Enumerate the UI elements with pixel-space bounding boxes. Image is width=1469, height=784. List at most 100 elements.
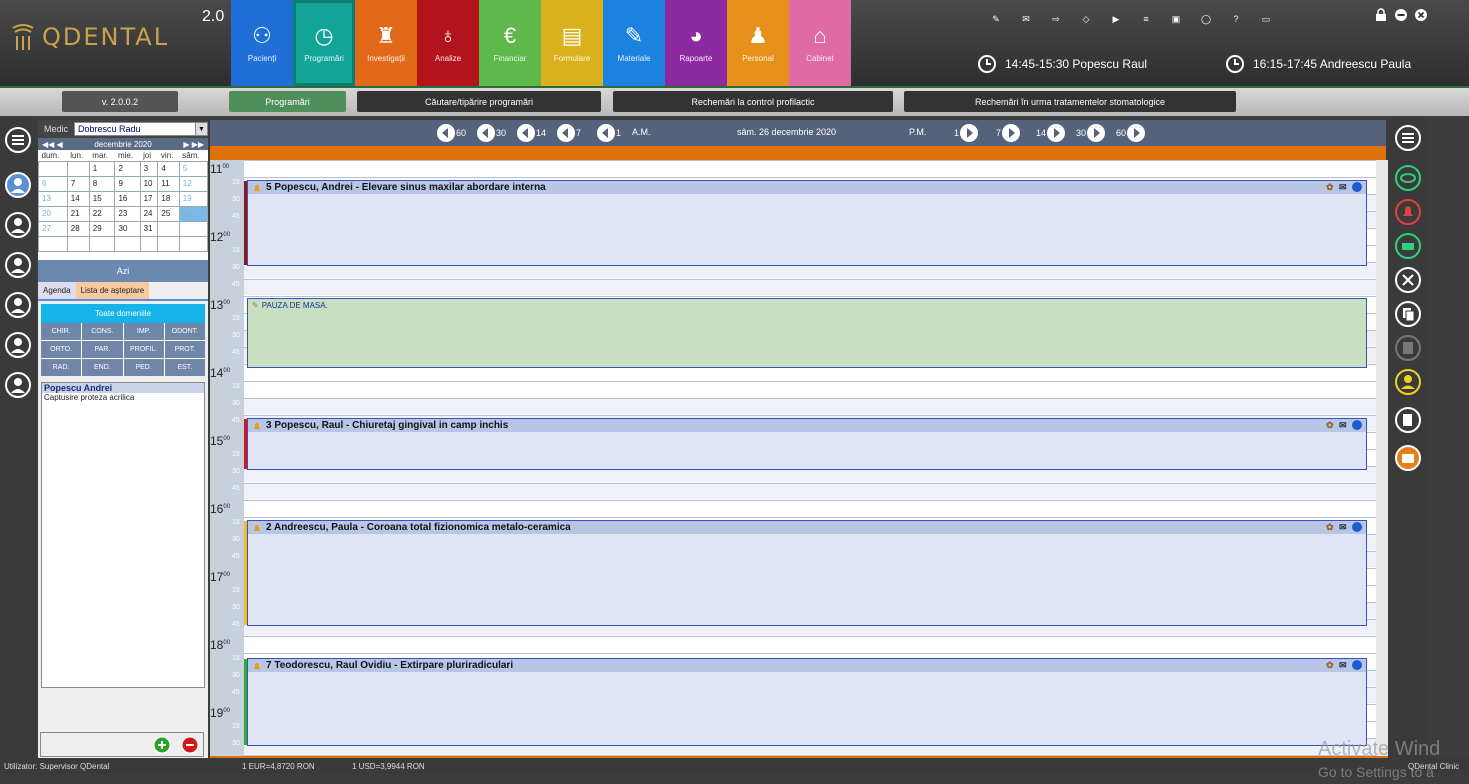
briefcase-icon[interactable]	[1394, 444, 1422, 472]
calendar-day[interactable]: 15	[88, 190, 116, 207]
database-icon[interactable]: ≡	[1135, 8, 1157, 30]
bell-off-icon[interactable]	[1394, 198, 1422, 226]
copy-icon[interactable]	[1394, 300, 1422, 328]
tag-icon[interactable]: ◇	[1075, 8, 1097, 30]
domain-filter[interactable]: EST.	[164, 358, 205, 376]
doctor-2-icon[interactable]	[4, 211, 32, 239]
calendar-day[interactable]: 2	[114, 160, 141, 177]
info-icon[interactable]	[1352, 660, 1362, 670]
vertical-scrollbar[interactable]	[1376, 160, 1388, 756]
chevron-down-icon[interactable]: ▼	[195, 123, 207, 135]
time-slot[interactable]	[244, 160, 1376, 176]
calendar-day[interactable]: 10	[139, 175, 159, 192]
nav-back-14[interactable]: 14	[516, 123, 546, 143]
play-icon[interactable]: ▶	[1105, 8, 1127, 30]
menu-icon[interactable]	[1394, 124, 1422, 152]
time-slot[interactable]	[244, 636, 1376, 652]
module-7[interactable]: ◕ Rapoarte	[665, 0, 727, 86]
calendar-day[interactable]: 19	[178, 190, 209, 207]
calendar-day[interactable]: 21	[66, 205, 90, 222]
menu-icon[interactable]	[4, 126, 32, 154]
module-1[interactable]: ◷ Programări	[293, 0, 355, 86]
save-icon[interactable]: ▣	[1165, 8, 1187, 30]
info-icon[interactable]	[1352, 420, 1362, 430]
nav-fwd-7[interactable]: 7	[996, 123, 1021, 143]
time-slot[interactable]	[244, 398, 1376, 414]
appointment-block[interactable]: 7 Teodorescu, Raul Ovidiu - Extirpare pl…	[244, 658, 1367, 746]
doctor-3-icon[interactable]	[4, 251, 32, 279]
calendar-day[interactable]: 14	[66, 190, 90, 207]
module-2[interactable]: ♜ Investigații	[355, 0, 417, 86]
calendar-day[interactable]	[38, 160, 68, 177]
calendar-day[interactable]	[66, 160, 90, 177]
domain-filter[interactable]: CHIR.	[41, 322, 82, 340]
mail-icon[interactable]: ✉	[1339, 660, 1349, 670]
calendar-day[interactable]: 9	[114, 175, 141, 192]
calendar-day[interactable]	[157, 220, 180, 237]
mail-icon[interactable]: ✉	[1339, 420, 1349, 430]
calendar-day[interactable]	[66, 235, 90, 252]
calendar-day[interactable]: 7	[66, 175, 90, 192]
domain-filter[interactable]: PROFIL.	[123, 340, 164, 358]
calendar-day[interactable]	[114, 235, 141, 252]
calendar-day[interactable]: 30	[114, 220, 141, 237]
all-domains-button[interactable]: Toate domeniile	[41, 303, 205, 323]
calendar-day[interactable]: 24	[139, 205, 159, 222]
info-icon[interactable]	[1352, 182, 1362, 192]
paste-icon[interactable]	[1394, 334, 1422, 362]
calendar-day[interactable]: 1	[88, 160, 116, 177]
calendar-day[interactable]: 8	[88, 175, 116, 192]
today-button[interactable]: Azi	[38, 259, 208, 282]
add-icon[interactable]	[153, 736, 171, 754]
nav-fwd-60[interactable]: 60	[1116, 123, 1146, 143]
domain-filter[interactable]: IMP.	[123, 322, 164, 340]
calendar-day[interactable]: 20	[38, 205, 68, 222]
medic-select[interactable]: Dobrescu Radu ▼	[74, 122, 208, 136]
calendar-day[interactable]: 12	[178, 175, 209, 192]
nav-back-7[interactable]: 7	[556, 123, 581, 143]
calendar-day[interactable]: 22	[88, 205, 116, 222]
remove-icon[interactable]	[181, 736, 199, 754]
tab-cautare[interactable]: Căutare/tipărire programări	[357, 91, 601, 112]
calendar-day[interactable]	[139, 235, 159, 252]
doctor-6-icon[interactable]	[4, 371, 32, 399]
mail-icon[interactable]: ✉	[1339, 522, 1349, 532]
calendar-day[interactable]: 11	[157, 175, 180, 192]
calendar-day[interactable]	[88, 235, 116, 252]
calendar-day[interactable]: 28	[66, 220, 90, 237]
scissors-icon[interactable]	[1394, 266, 1422, 294]
nav-back-30[interactable]: 30	[476, 123, 506, 143]
appointment-block[interactable]: 5 Popescu, Andrei - Elevare sinus maxila…	[244, 180, 1367, 266]
appointment-block[interactable]: 3 Popescu, Raul - Chiuretaj gingival in …	[244, 418, 1367, 470]
domain-filter[interactable]: PAR.	[82, 340, 123, 358]
module-9[interactable]: ⌂ Cabinet	[789, 0, 851, 86]
tab-agenda[interactable]: Agenda	[38, 281, 76, 299]
help-icon[interactable]: ?	[1225, 8, 1247, 30]
window-icon[interactable]: ▭	[1255, 8, 1277, 30]
calendar-day[interactable]: 17	[139, 190, 159, 207]
nav-fwd-30[interactable]: 30	[1076, 123, 1106, 143]
time-slot[interactable]	[244, 381, 1376, 397]
gift-icon[interactable]: ✿	[1326, 182, 1336, 192]
calendar-day[interactable]: 13	[38, 190, 68, 207]
module-6[interactable]: ✎ Materiale	[603, 0, 665, 86]
time-slot[interactable]	[244, 279, 1376, 295]
calendar-prev-year-icon[interactable]: ◀◀ ◀	[42, 140, 63, 149]
nav-back-1[interactable]: 1	[596, 123, 621, 143]
calendar-day[interactable]	[178, 235, 209, 252]
module-0[interactable]: ⚇ Pacienți	[231, 0, 293, 86]
nav-fwd-14[interactable]: 14	[1036, 123, 1066, 143]
pm-label[interactable]: P.M.	[909, 127, 926, 137]
calendar-day[interactable]	[157, 235, 180, 252]
module-5[interactable]: ▤ Formulare	[541, 0, 603, 86]
gift-icon[interactable]: ✿	[1326, 522, 1336, 532]
mail-icon[interactable]: ✉	[1015, 8, 1037, 30]
appointment-block[interactable]: 2 Andreescu, Paula - Coroana total fizio…	[244, 520, 1367, 626]
gift-icon[interactable]: ✿	[1326, 420, 1336, 430]
export-icon[interactable]: ⇨	[1045, 8, 1067, 30]
calendar-day[interactable]	[38, 235, 68, 252]
close-icon[interactable]	[1414, 8, 1428, 22]
domain-filter[interactable]: END.	[82, 358, 123, 376]
calendar-day[interactable]: 27	[38, 220, 68, 237]
am-label[interactable]: A.M.	[632, 127, 651, 137]
